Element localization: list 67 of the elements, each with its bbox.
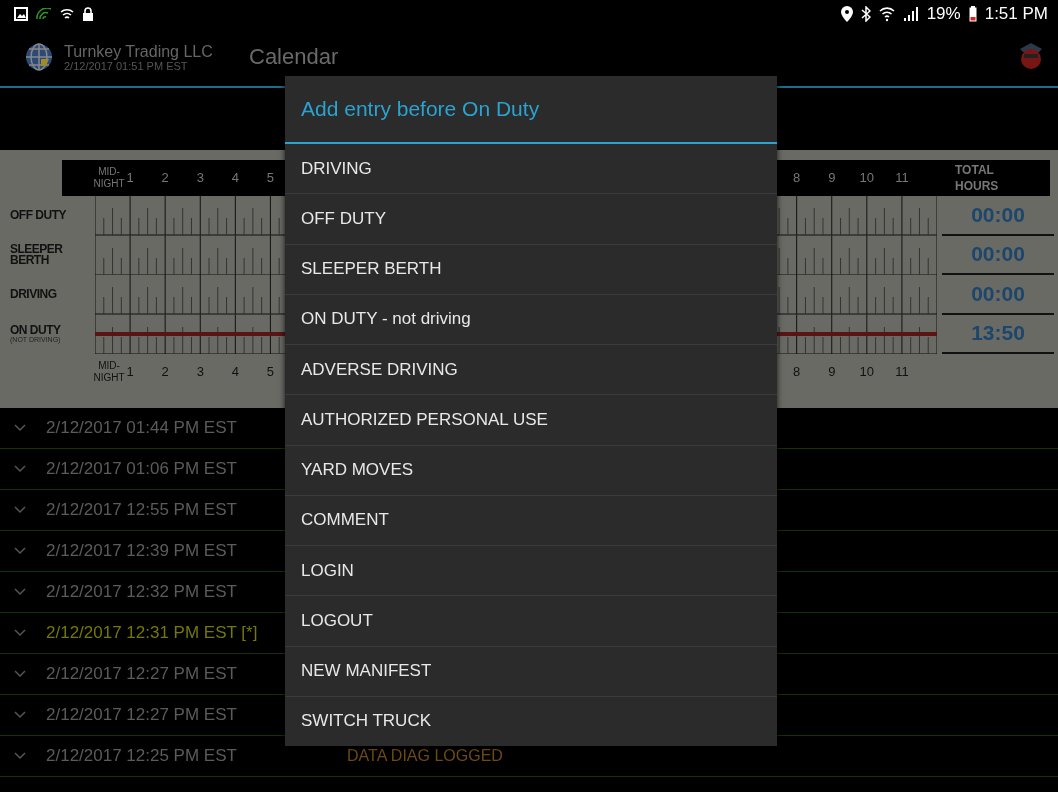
menu-item[interactable]: NEW MANIFEST [285, 645, 777, 696]
chevron-down-icon[interactable] [14, 752, 26, 760]
hour-label: 11 [895, 366, 909, 378]
chevron-down-icon[interactable] [14, 711, 26, 719]
hour-label: MID-NIGHT [93, 166, 125, 190]
menu-item[interactable]: SLEEPER BERTH [285, 243, 777, 294]
dialog-title: Add entry before On Duty [285, 76, 777, 144]
duty-status-label: DRIVING [10, 289, 58, 301]
chevron-down-icon[interactable] [14, 424, 26, 432]
total-hours-header: TOTAL HOURS [955, 162, 999, 194]
menu-item[interactable]: ON DUTY - not driving [285, 293, 777, 344]
lock-icon [82, 7, 94, 21]
chevron-down-icon[interactable] [14, 547, 26, 555]
location-pin-icon [840, 6, 853, 22]
hour-label: 10 [859, 366, 875, 378]
signal-icon [36, 8, 52, 20]
menu-item[interactable]: YARD MOVES [285, 444, 777, 495]
duty-status-label: SLEEPER BERTH [10, 244, 64, 267]
hour-label: 3 [196, 172, 204, 184]
hour-label: MID-NIGHT [93, 360, 125, 384]
menu-item[interactable]: OFF DUTY [285, 193, 777, 244]
hour-label: 2 [161, 366, 169, 378]
chevron-down-icon[interactable] [14, 670, 26, 678]
hour-label: 9 [828, 172, 836, 184]
total-hours-value: 00:00 [971, 202, 1025, 227]
hour-label: 5 [266, 172, 274, 184]
clock-time: 1:51 PM [984, 4, 1048, 24]
chevron-down-icon[interactable] [14, 588, 26, 596]
hour-label: 2 [161, 172, 169, 184]
hour-label: 8 [793, 366, 801, 378]
hour-label: 10 [859, 172, 875, 184]
total-hours-value: 00:00 [971, 281, 1025, 306]
hour-label: 1 [126, 366, 134, 378]
battery-icon [968, 6, 977, 22]
menu-item[interactable]: AUTHORIZED PERSONAL USE [285, 394, 777, 445]
menu-item[interactable]: DRIVING [285, 144, 777, 194]
hour-label: 9 [828, 366, 836, 378]
bluetooth-icon [860, 6, 871, 22]
wifi-icon [60, 7, 74, 21]
image-icon [14, 7, 28, 21]
signal-bars-icon [902, 7, 919, 21]
log-entry-note: DATA DIAG LOGGED [347, 747, 503, 765]
hour-label: 8 [793, 172, 801, 184]
hour-label: 3 [196, 366, 204, 378]
hour-label: 11 [895, 172, 909, 184]
hour-label: 5 [266, 366, 274, 378]
globe-logo-icon [24, 42, 54, 72]
chevron-down-icon[interactable] [14, 465, 26, 473]
battery-percent: 19% [926, 4, 961, 24]
menu-item[interactable]: LOGIN [285, 545, 777, 596]
menu-item[interactable]: LOGOUT [285, 595, 777, 646]
duty-status-label: ON DUTY [10, 325, 62, 337]
chevron-down-icon[interactable] [14, 506, 26, 514]
duty-status-label: OFF DUTY [10, 210, 67, 222]
chevron-down-icon[interactable] [14, 629, 26, 637]
total-hours-value: 13:50 [971, 321, 1025, 346]
current-timestamp: 2/12/2017 01:51 PM EST [64, 59, 189, 72]
menu-item[interactable]: SWITCH TRUCK [285, 695, 777, 746]
total-hours-value: 00:00 [971, 242, 1025, 267]
hour-label: 1 [126, 172, 134, 184]
hour-label: 4 [231, 366, 239, 378]
menu-item[interactable]: COMMENT [285, 494, 777, 545]
menu-item[interactable]: ADVERSE DRIVING [285, 344, 777, 395]
company-name: Turnkey Trading LLC [64, 42, 214, 60]
wifi-icon [878, 6, 895, 22]
hour-label: 4 [231, 172, 239, 184]
screen-title: Calendar [249, 44, 339, 70]
